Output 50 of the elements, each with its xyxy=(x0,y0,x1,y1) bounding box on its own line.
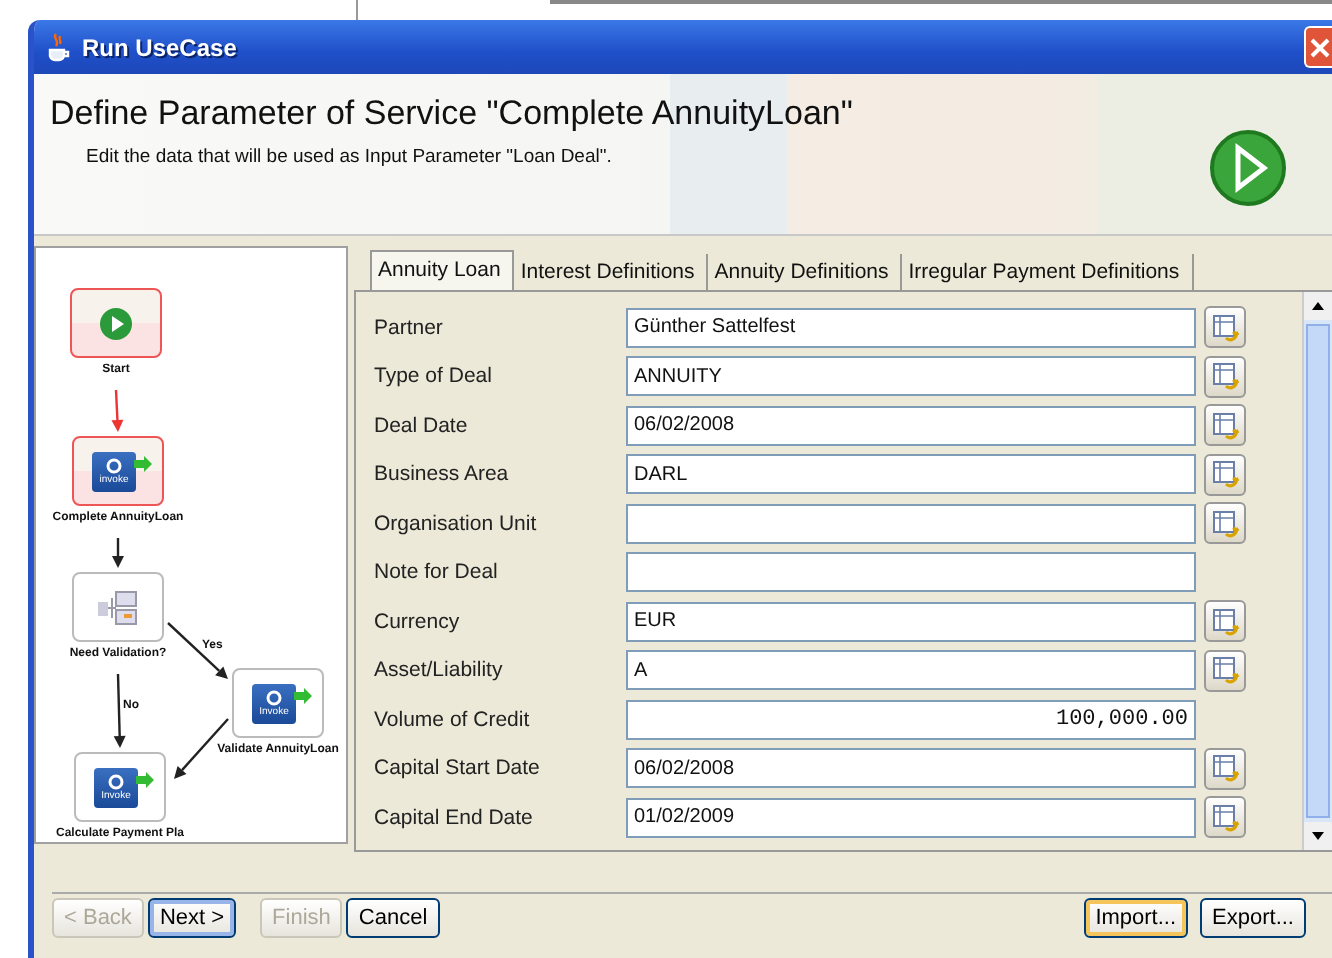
close-button[interactable] xyxy=(1304,26,1332,68)
field-label: Capital Start Date xyxy=(374,756,542,781)
input-field[interactable]: DARL xyxy=(626,454,1196,495)
field-label: Volume of Credit xyxy=(374,707,532,732)
input-field[interactable]: A xyxy=(626,650,1196,691)
dialog-button[interactable]: Cancel xyxy=(346,898,440,938)
field-label: Capital End Date xyxy=(374,805,535,830)
page-subtitle: Edit the data that will be used as Input Parameter "Loan Deal". xyxy=(86,146,614,168)
page-title: Define Parameter of Service "Complete AnnuityLoan" xyxy=(50,94,853,134)
field-label: Partner xyxy=(374,315,445,340)
lookup-button[interactable] xyxy=(1204,404,1246,447)
flow-node[interactable] xyxy=(70,288,162,358)
lookup-button[interactable] xyxy=(1204,649,1246,692)
decision-icon xyxy=(96,587,140,627)
dialog-button[interactable]: Import... xyxy=(1083,898,1189,938)
lookup-button[interactable] xyxy=(1204,747,1246,790)
window-title: Run UseCase xyxy=(82,33,237,61)
cup-icon xyxy=(44,32,72,62)
dialog-button[interactable]: Export... xyxy=(1200,898,1306,938)
play-icon xyxy=(1208,128,1288,208)
play-icon xyxy=(98,305,134,341)
field-label: Business Area xyxy=(374,462,511,487)
close-icon xyxy=(1308,35,1332,59)
input-field[interactable] xyxy=(626,503,1196,544)
field-label: Type of Deal xyxy=(374,364,494,389)
flow-node[interactable] xyxy=(72,572,164,642)
input-field[interactable]: 100,000.00 xyxy=(626,699,1196,740)
input-field[interactable]: 01/02/2009 xyxy=(626,797,1196,838)
lookup-button[interactable] xyxy=(1204,355,1246,398)
input-field[interactable]: 06/02/2008 xyxy=(626,748,1196,789)
scroll-down-icon[interactable] xyxy=(1312,832,1324,840)
input-field[interactable]: Günther Sattelfest xyxy=(626,307,1196,348)
field-label: Note for Deal xyxy=(374,560,500,585)
lookup-button[interactable] xyxy=(1204,306,1246,349)
input-field[interactable] xyxy=(626,552,1196,593)
input-field[interactable]: EUR xyxy=(626,601,1196,642)
field-label: Asset/Liability xyxy=(374,658,505,683)
dialog-button[interactable]: Next > xyxy=(147,898,237,938)
lookup-button[interactable] xyxy=(1204,502,1246,545)
lookup-button[interactable] xyxy=(1204,453,1246,496)
scrollbar[interactable] xyxy=(1302,292,1332,850)
field-label: Currency xyxy=(374,609,462,634)
field-label: Organisation Unit xyxy=(374,511,539,536)
lookup-button[interactable] xyxy=(1204,600,1246,643)
field-label: Deal Date xyxy=(374,413,470,438)
input-field[interactable]: 06/02/2008 xyxy=(626,405,1196,446)
tab[interactable]: Annuity Loan xyxy=(370,250,515,290)
input-field[interactable]: ANNUITY xyxy=(626,356,1196,397)
lookup-button[interactable] xyxy=(1204,796,1246,839)
scroll-up-icon[interactable] xyxy=(1312,302,1324,310)
